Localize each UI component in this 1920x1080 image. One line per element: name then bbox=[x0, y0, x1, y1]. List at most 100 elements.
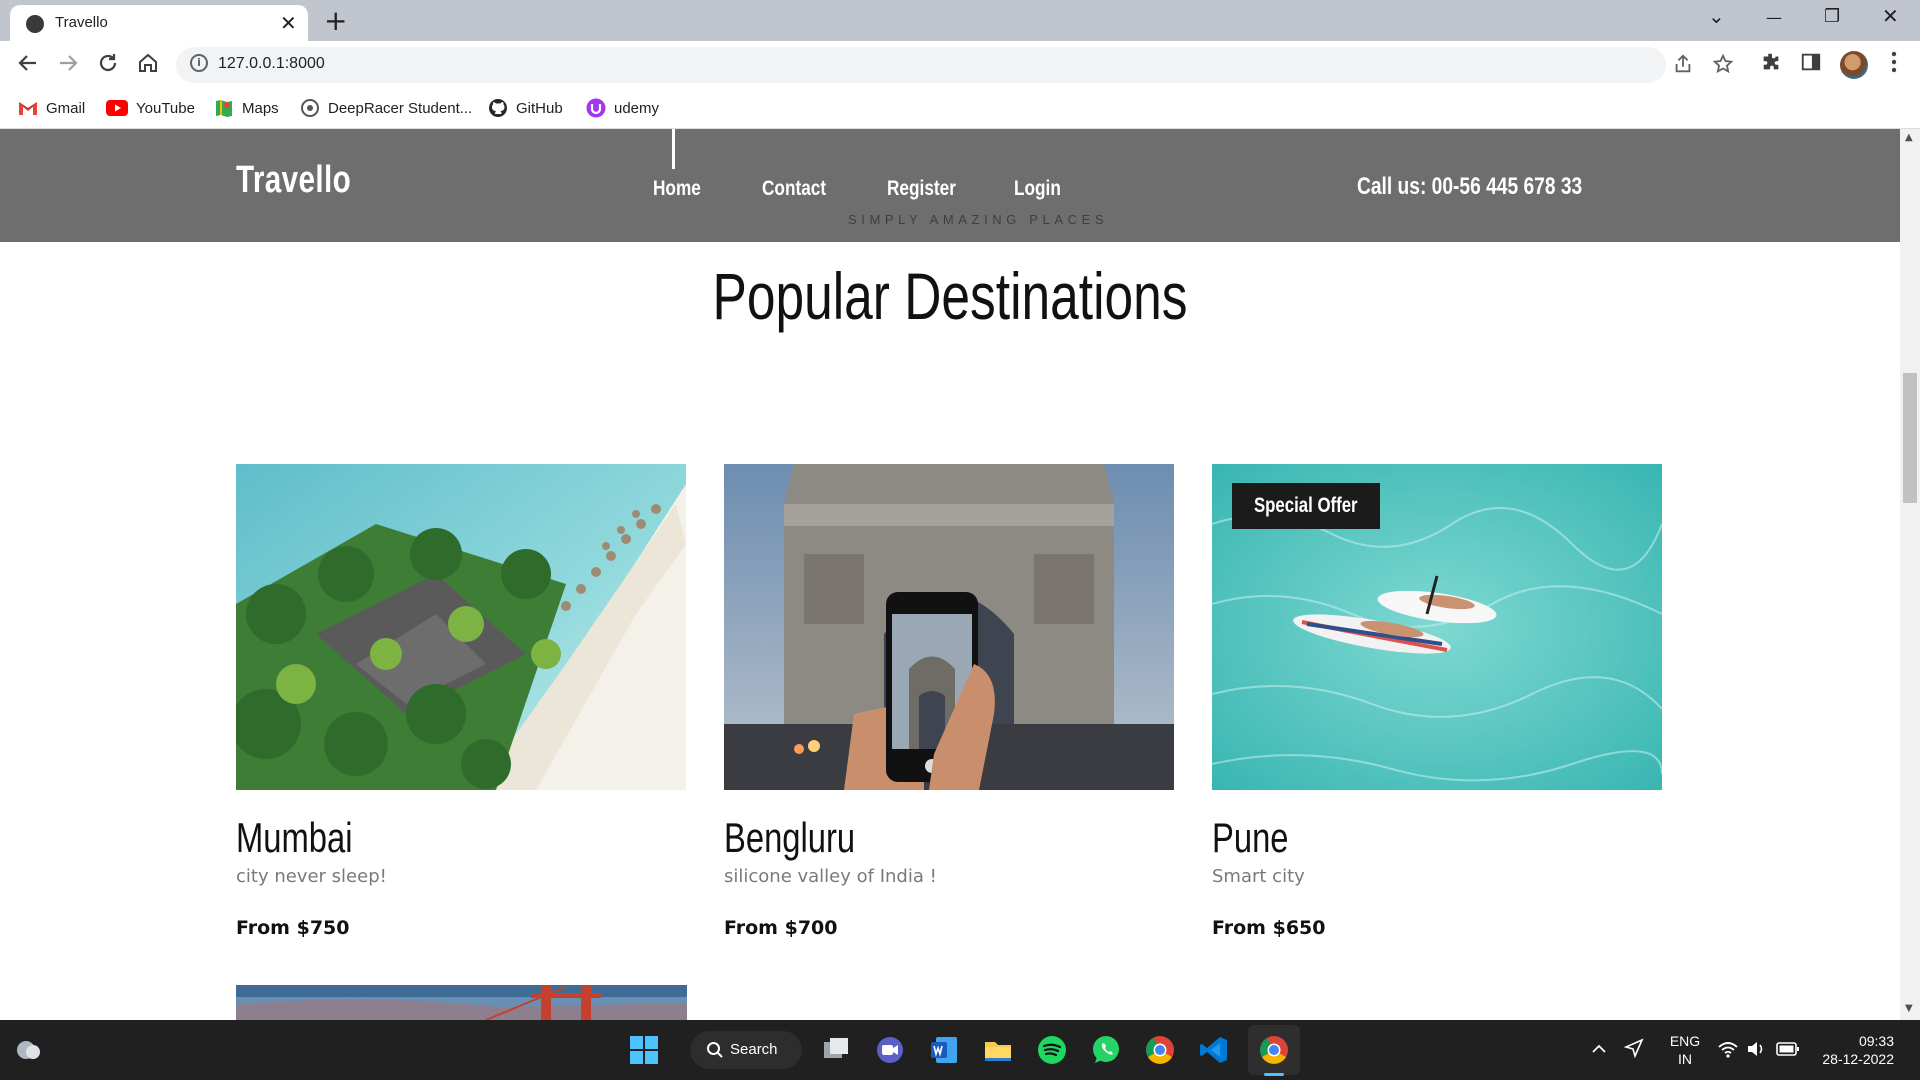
url-text[interactable]: 127.0.0.1:8000 bbox=[218, 55, 325, 73]
start-windows-icon[interactable] bbox=[628, 1034, 660, 1066]
bookmark-label: udemy bbox=[614, 99, 660, 117]
github-icon bbox=[489, 99, 507, 117]
clock-date: 28-12-2022 bbox=[1822, 1051, 1894, 1067]
destination-price: From $700 bbox=[724, 917, 838, 939]
scrollbar-thumb[interactable] bbox=[1903, 373, 1917, 503]
file-explorer-icon[interactable] bbox=[982, 1034, 1014, 1066]
word-icon[interactable] bbox=[928, 1034, 960, 1066]
youtube-icon bbox=[106, 100, 128, 116]
bookmark-deepracer[interactable]: DeepRacer Student... bbox=[300, 95, 472, 121]
bookmark-gmail[interactable]: Gmail bbox=[18, 95, 85, 121]
restore-button[interactable]: ❐ bbox=[1824, 6, 1840, 27]
destination-description: Smart city bbox=[1212, 866, 1305, 887]
bookmark-youtube[interactable]: YouTube bbox=[106, 95, 195, 121]
location-arrow-icon[interactable] bbox=[1623, 1038, 1644, 1062]
nav-register[interactable]: Register bbox=[887, 177, 956, 201]
nav-login[interactable]: Login bbox=[1014, 177, 1061, 201]
active-app-indicator bbox=[1264, 1073, 1284, 1076]
call-us-phone: Call us: 00-56 445 678 33 bbox=[1357, 173, 1583, 200]
profile-avatar[interactable] bbox=[1840, 51, 1868, 79]
bookmark-label: GitHub bbox=[516, 99, 563, 117]
weather-widget-icon[interactable] bbox=[14, 1037, 42, 1061]
bookmark-label: Maps bbox=[242, 99, 279, 117]
site-header: Travello Home Contact Register Login SIM… bbox=[0, 129, 1900, 242]
taskbar-search[interactable]: Search bbox=[690, 1031, 802, 1069]
language-indicator[interactable]: ENG IN bbox=[1668, 1032, 1702, 1068]
volume-icon[interactable] bbox=[1746, 1040, 1766, 1062]
chrome-active-icon[interactable] bbox=[1258, 1034, 1290, 1066]
destination-price: From $650 bbox=[1212, 917, 1326, 939]
chrome-icon[interactable] bbox=[1144, 1034, 1176, 1066]
bookmark-label: YouTube bbox=[136, 99, 195, 117]
task-view-icon[interactable] bbox=[820, 1034, 852, 1066]
tab-search-dropdown-icon[interactable]: ⌄ bbox=[1708, 4, 1725, 28]
gmail-icon bbox=[19, 102, 37, 115]
region-code: IN bbox=[1678, 1051, 1692, 1067]
scroll-up-arrow-icon[interactable]: ▲ bbox=[1905, 132, 1913, 143]
site-tagline: SIMPLY AMAZING PLACES bbox=[848, 212, 1109, 227]
spotify-icon[interactable] bbox=[1036, 1034, 1068, 1066]
bookmark-github[interactable]: GitHub bbox=[488, 95, 563, 121]
section-title: Popular Destinations bbox=[712, 259, 1188, 333]
bookmark-maps[interactable]: Maps bbox=[214, 95, 279, 121]
site-logo[interactable]: Travello bbox=[236, 159, 351, 202]
special-offer-badge: Special Offer bbox=[1232, 483, 1380, 529]
minimize-button[interactable]: — bbox=[1766, 8, 1782, 27]
browser-tab[interactable]: Travello ✕ bbox=[10, 5, 308, 41]
nav-contact[interactable]: Contact bbox=[762, 177, 826, 201]
bookmark-star-icon[interactable] bbox=[1712, 53, 1734, 80]
destination-name[interactable]: Bengluru bbox=[724, 814, 855, 862]
page-scrollbar[interactable] bbox=[1900, 129, 1920, 1020]
search-label: Search bbox=[730, 1041, 778, 1058]
destination-image-bridge[interactable] bbox=[236, 985, 687, 1020]
side-panel-icon[interactable] bbox=[1800, 51, 1822, 79]
active-nav-indicator bbox=[672, 129, 675, 169]
whatsapp-icon[interactable] bbox=[1090, 1034, 1122, 1066]
language-code: ENG bbox=[1669, 1033, 1701, 1049]
close-window-button[interactable]: ✕ bbox=[1882, 4, 1899, 28]
clock[interactable]: 09:33 28-12-2022 bbox=[1814, 1032, 1894, 1068]
destination-image-paddleboard[interactable]: Special Offer bbox=[1212, 464, 1662, 790]
browser-menu-icon[interactable] bbox=[1890, 49, 1898, 81]
forward-arrow-icon[interactable] bbox=[56, 51, 80, 81]
bookmark-label: Gmail bbox=[46, 99, 86, 117]
bookmarks-bar: Gmail YouTube Maps DeepRacer Student... … bbox=[0, 89, 1920, 129]
teams-chat-icon[interactable] bbox=[874, 1034, 906, 1066]
new-tab-button[interactable]: + bbox=[324, 4, 347, 37]
clock-time: 09:33 bbox=[1858, 1033, 1894, 1049]
destination-description: silicone valley of India ! bbox=[724, 866, 937, 887]
reload-icon[interactable] bbox=[96, 51, 120, 81]
udemy-icon bbox=[586, 98, 606, 118]
share-icon[interactable] bbox=[1672, 53, 1694, 80]
special-offer-label: Special Offer bbox=[1254, 494, 1358, 517]
destination-price: From $750 bbox=[236, 917, 350, 939]
tab-title: Travello bbox=[55, 14, 108, 31]
vscode-icon[interactable] bbox=[1198, 1034, 1230, 1066]
destination-name[interactable]: Mumbai bbox=[236, 814, 353, 862]
destination-image-beach[interactable] bbox=[236, 464, 686, 790]
windows-taskbar: Search ENG IN 09:33 28-12-2022 bbox=[0, 1020, 1920, 1080]
destination-name[interactable]: Pune bbox=[1212, 814, 1289, 862]
destination-image-arch[interactable] bbox=[724, 464, 1174, 790]
browser-toolbar: i 127.0.0.1:8000 bbox=[0, 41, 1920, 89]
destination-description: city never sleep! bbox=[236, 866, 387, 887]
bookmark-label: DeepRacer Student... bbox=[328, 99, 473, 117]
deepracer-icon bbox=[301, 99, 319, 117]
nav-home[interactable]: Home bbox=[653, 177, 701, 201]
back-arrow-icon[interactable] bbox=[16, 51, 40, 81]
search-icon bbox=[707, 1042, 723, 1058]
show-hidden-icons-chevron-icon[interactable] bbox=[1590, 1040, 1608, 1062]
site-info-icon[interactable]: i bbox=[190, 54, 208, 72]
home-icon[interactable] bbox=[136, 51, 160, 81]
address-bar[interactable]: i 127.0.0.1:8000 bbox=[176, 47, 1734, 83]
close-tab-icon[interactable]: ✕ bbox=[280, 11, 297, 35]
battery-icon[interactable] bbox=[1776, 1041, 1800, 1061]
extensions-puzzle-icon[interactable] bbox=[1760, 51, 1782, 79]
destination-card-next[interactable] bbox=[236, 985, 687, 1020]
wifi-icon[interactable] bbox=[1718, 1040, 1738, 1062]
maps-icon bbox=[216, 100, 232, 117]
globe-icon bbox=[26, 15, 44, 33]
browser-tab-strip: Travello ✕ + ⌄ — ❐ ✕ bbox=[0, 0, 1920, 41]
bookmark-udemy[interactable]: udemy bbox=[586, 95, 659, 121]
scroll-down-arrow-icon[interactable]: ▼ bbox=[1905, 1003, 1913, 1014]
